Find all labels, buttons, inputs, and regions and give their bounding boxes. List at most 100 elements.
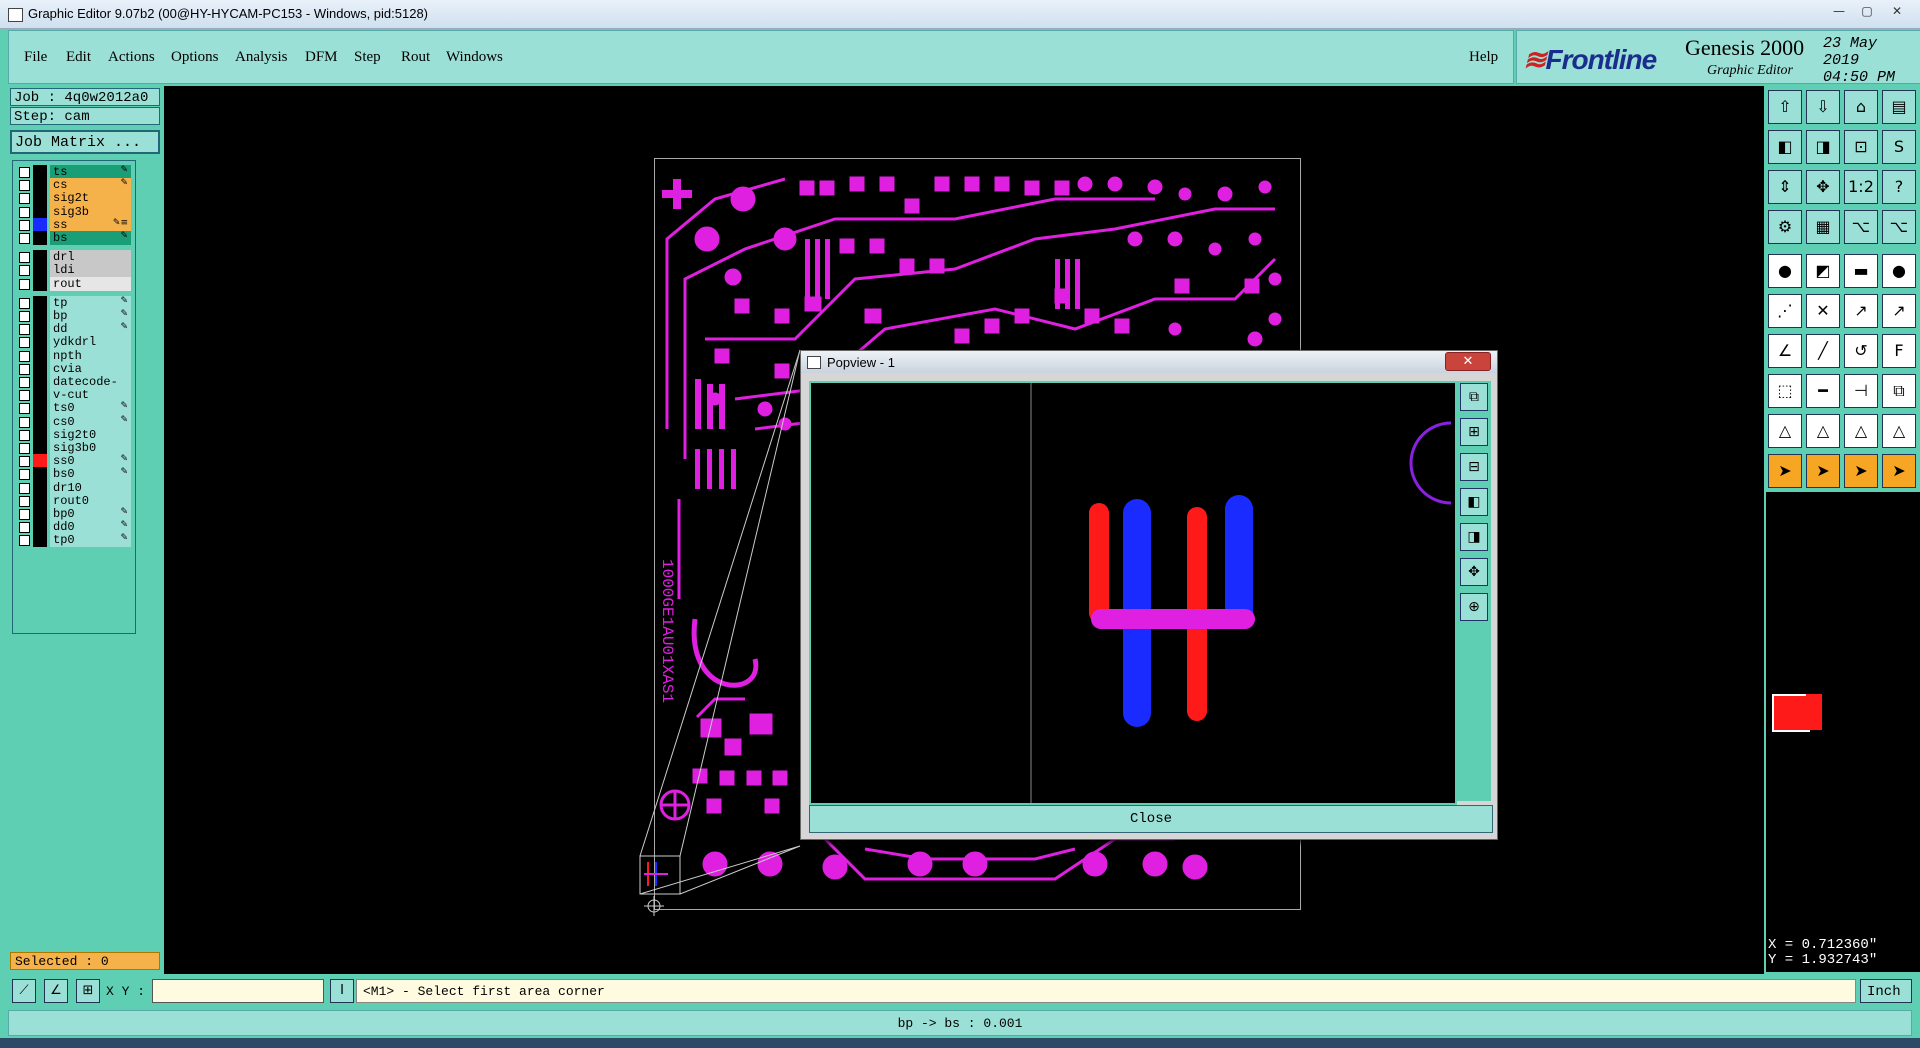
layer-row-ss0[interactable]: ss0 ✎ <box>15 454 133 469</box>
popview-close-button[interactable]: Close <box>809 805 1493 833</box>
zoom-area-icon[interactable]: ⊡ <box>1844 130 1878 164</box>
layer-row-ss[interactable]: ss ✎≡ <box>15 217 133 232</box>
layer-color-swatch[interactable] <box>33 520 47 535</box>
layer-row-dd[interactable]: dd ✎ <box>15 322 133 337</box>
popview-pan-right-icon[interactable]: ◨ <box>1460 523 1488 551</box>
layer-row-ts[interactable]: ts ✎ <box>15 165 133 179</box>
layer-name[interactable]: v-cut <box>50 388 131 403</box>
close-window-button[interactable]: ✕ <box>1886 3 1908 19</box>
layer-checkbox[interactable] <box>19 522 30 534</box>
triangle-icon[interactable]: △ <box>1768 414 1802 448</box>
scale-icon[interactable]: 1:2 <box>1844 170 1878 204</box>
layer-checkbox[interactable] <box>19 278 30 290</box>
layer-row-bp0[interactable]: bp0 ✎ <box>15 507 133 521</box>
connect-icon[interactable]: ⋰ <box>1768 294 1802 328</box>
layer-name[interactable]: tp ✎ <box>50 295 131 310</box>
layer-color-swatch[interactable] <box>33 414 47 429</box>
menu-step[interactable]: Step <box>354 49 381 66</box>
route-icon[interactable]: ↗ <box>1882 294 1916 328</box>
layer-checkbox[interactable] <box>19 324 30 336</box>
layer-checkbox[interactable] <box>19 403 30 415</box>
layer-name[interactable]: ts ✎ <box>50 165 131 179</box>
layer-name[interactable]: ldi <box>50 263 131 278</box>
layer-checkbox[interactable] <box>19 416 30 428</box>
layer-row-datecode-ts[interactable]: datecode-ts <box>15 375 133 403</box>
layer-color-swatch[interactable] <box>33 276 47 291</box>
copy-icon[interactable]: ⧉ <box>1882 374 1916 408</box>
layer-row-ydkdrl[interactable]: ydkdrl <box>15 335 133 350</box>
layer-color-swatch[interactable] <box>33 441 47 455</box>
layer-name[interactable]: npth <box>50 348 131 363</box>
draw-line-icon[interactable]: ∠ <box>1768 334 1802 368</box>
net2-icon[interactable]: ⌥ <box>1882 210 1916 244</box>
layer-checkbox[interactable] <box>19 180 30 192</box>
layer-color-swatch[interactable] <box>33 348 47 363</box>
layer-row-dr10[interactable]: dr10 <box>15 480 133 495</box>
layer-row-ts0[interactable]: ts0 ✎ <box>15 401 133 416</box>
layer-checkbox[interactable] <box>19 337 30 349</box>
triangle2-icon[interactable]: △ <box>1806 414 1840 448</box>
layer-color-swatch[interactable] <box>33 493 47 508</box>
triangle4-icon[interactable]: △ <box>1882 414 1916 448</box>
layer-color-swatch[interactable] <box>33 388 47 403</box>
popview-canvas[interactable] <box>809 381 1457 805</box>
layer-name[interactable]: rout <box>50 276 131 291</box>
menu-file[interactable]: File <box>24 49 47 66</box>
layer-name[interactable]: dr10 <box>50 480 131 495</box>
layer-name[interactable]: tp0 ✎ <box>50 533 131 548</box>
line-shape-icon[interactable]: ◩ <box>1806 254 1840 288</box>
pan-icon[interactable]: ✥ <box>1806 170 1840 204</box>
job-matrix-button[interactable]: Job Matrix ... <box>10 130 160 154</box>
layer-name[interactable]: bp ✎ <box>50 309 131 323</box>
net-icon[interactable]: ⌥ <box>1844 210 1878 244</box>
snap-mode-icon[interactable]: ⟋ <box>12 979 36 1003</box>
layer-color-swatch[interactable] <box>33 401 47 416</box>
layer-name[interactable]: ss ✎≡ <box>50 217 131 232</box>
minus-icon[interactable]: ━ <box>1806 374 1840 408</box>
layer-color-swatch[interactable] <box>33 467 47 482</box>
pad-icon[interactable]: ● <box>1768 254 1802 288</box>
layer-name[interactable]: datecode-ts <box>50 375 131 403</box>
layer-row-v-cut[interactable]: v-cut <box>15 388 133 403</box>
layer-name[interactable]: bs ✎ <box>50 231 131 245</box>
layer-name[interactable]: dd0 ✎ <box>50 520 131 535</box>
layer-checkbox[interactable] <box>19 311 30 322</box>
layer-name[interactable]: ss0 ✎ <box>50 454 131 469</box>
surface-icon[interactable]: ⬚ <box>1768 374 1802 408</box>
panel-icon[interactable]: ▤ <box>1882 90 1916 124</box>
layer-row-sig2t[interactable]: sig2t <box>15 191 133 206</box>
popview-zoom-out-icon[interactable]: ⊟ <box>1460 453 1488 481</box>
select-pointer4-icon[interactable]: ➤ <box>1882 454 1916 488</box>
layer-row-bp[interactable]: bp ✎ <box>15 309 133 323</box>
layer-color-swatch[interactable] <box>33 322 47 337</box>
layer-row-sig3b0[interactable]: sig3b0 <box>15 441 133 455</box>
layer-checkbox[interactable] <box>19 206 30 218</box>
angle-mode-icon[interactable]: ∠ <box>44 979 68 1003</box>
layer-name[interactable]: sig3b <box>50 204 131 219</box>
slot-icon[interactable]: ⊣ <box>1844 374 1878 408</box>
grid-icon[interactable]: ▦ <box>1806 210 1840 244</box>
layer-color-swatch[interactable] <box>33 263 47 278</box>
layer-color-swatch[interactable] <box>33 217 47 232</box>
layer-checkbox[interactable] <box>19 297 30 309</box>
menu-edit[interactable]: Edit <box>66 49 91 66</box>
layer-checkbox[interactable] <box>19 443 30 454</box>
layer-row-ldi[interactable]: ldi <box>15 263 133 278</box>
layer-checkbox[interactable] <box>19 219 30 231</box>
snap-icon[interactable]: S <box>1882 130 1916 164</box>
layer-row-rout0[interactable]: rout0 <box>15 493 133 508</box>
layer-checkbox[interactable] <box>19 495 30 507</box>
layer-checkbox[interactable] <box>19 509 30 520</box>
layer-color-swatch[interactable] <box>33 295 47 310</box>
layer-checkbox[interactable] <box>19 390 30 402</box>
menu-rout[interactable]: Rout <box>401 49 430 66</box>
popview-close-x-button[interactable]: ✕ <box>1445 352 1491 371</box>
popview-zoom-home-icon[interactable]: ⧉ <box>1460 383 1488 411</box>
layer-row-rout[interactable]: rout <box>15 276 133 291</box>
layer-name[interactable]: cvia <box>50 361 131 376</box>
popview-title-bar[interactable]: Popview - 1 ✕ <box>801 351 1497 373</box>
layer-checkbox[interactable] <box>19 193 30 205</box>
layer-name[interactable]: dd ✎ <box>50 322 131 337</box>
layer-checkbox[interactable] <box>19 469 30 481</box>
layer-color-swatch[interactable] <box>33 427 47 442</box>
